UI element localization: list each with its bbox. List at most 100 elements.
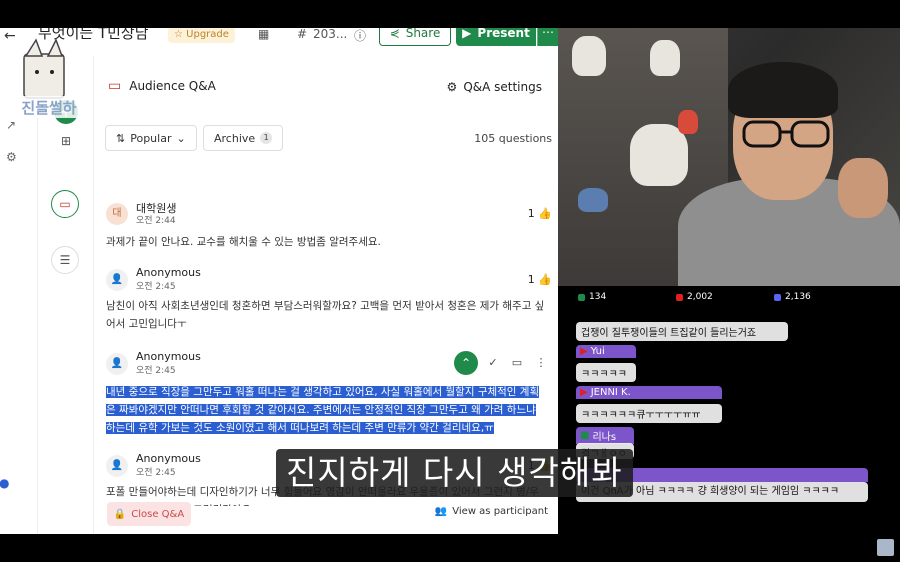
timestamp: 오전 2:45 <box>136 366 176 376</box>
reply-icon[interactable]: ▭ <box>508 351 526 375</box>
chat-message: ㅋㅋㅋㅋㅋ <box>576 363 636 382</box>
viewer-count: 134 <box>589 292 607 302</box>
upgrade-button[interactable]: ☆ Upgrade <box>168 28 235 43</box>
youtube-icon: ▶ <box>580 346 588 357</box>
figurine <box>572 36 606 76</box>
tab-label: Archive <box>214 131 256 145</box>
avatar: 대 <box>106 203 128 225</box>
viewer-count: 2,136 <box>785 292 811 302</box>
qa-settings-button[interactable]: ⚙ Q&A settings <box>447 80 542 94</box>
webcam-feed <box>558 28 900 286</box>
more-icon[interactable]: ⋯ <box>537 28 558 46</box>
timestamp: 오전 2:45 <box>136 282 176 292</box>
platform-stat: 2,002 <box>676 292 713 302</box>
qa-header: ▭ Audience Q&A <box>108 78 216 94</box>
question-text: 남친이 아직 사회초년생인데 청혼하면 부담스러워할까요? 고백을 먼저 받아서… <box>106 300 545 330</box>
youtube-icon <box>676 293 683 301</box>
chat-nickname: ■ 리나s <box>576 427 634 444</box>
tab-label: Popular <box>130 131 172 145</box>
total-icon <box>774 293 781 301</box>
like-count[interactable]: 1 👍 <box>528 207 552 220</box>
timestamp: 오전 2:45 <box>136 468 176 478</box>
gear-icon[interactable]: ⚙ <box>6 150 17 164</box>
thumbs-up-icon: 👍 <box>538 273 552 286</box>
close-qa-button[interactable]: 🔒 Close Q&A <box>107 502 191 526</box>
gear-icon: ⚙ <box>446 80 458 94</box>
chevron-down-icon: ⌄ <box>176 131 186 145</box>
youtube-icon: ▶ <box>580 387 588 398</box>
chat-bubble-icon: ▭ <box>108 78 122 94</box>
tab-popular[interactable]: ⇅ Popular ⌄ <box>105 125 197 151</box>
checklist-icon[interactable]: ☰ <box>51 246 79 274</box>
view-participant-label: View as participant <box>452 506 548 517</box>
event-code: 203... <box>313 28 348 41</box>
question-actions: ⌃ ✓ ▭ ⋮ <box>454 351 550 375</box>
figurine <box>650 40 680 76</box>
chat-message: ㅋㅋㅋㅋㅋㅋ큐ㅜㅜㅜㅜㅠㅠ <box>576 404 722 423</box>
streamer-hair <box>728 62 838 118</box>
sort-icon: ⇅ <box>116 131 126 145</box>
present-button[interactable]: ▶ Present <box>456 28 536 46</box>
author-name: Anonymous <box>136 266 201 279</box>
viewer-stats: 134 2,002 2,136 <box>574 292 874 308</box>
viewer-count: 2,002 <box>687 292 713 302</box>
qa-chat-icon[interactable]: ▭ <box>51 190 79 218</box>
lock-icon: 🔒 <box>113 508 127 520</box>
upgrade-label: Upgrade <box>186 29 229 40</box>
nickname-text: JENNI K. <box>590 387 631 398</box>
streamer-hand <box>838 158 888 218</box>
share-button[interactable]: ⋞ Share <box>379 28 451 46</box>
channel-logo: 진돌썰하 <box>12 38 86 118</box>
bottom-letterbox <box>0 534 900 562</box>
red-figurine <box>678 110 698 134</box>
anonymous-avatar-icon: 👤 <box>106 353 128 375</box>
present-icon: ▶ <box>462 28 472 40</box>
author-name: Anonymous <box>136 350 201 363</box>
left-rail: ↗ ⚙ ● ? <box>0 56 38 534</box>
question-text-selected: 내년 중으로 직장을 그만두고 워홀 떠나는 걸 생각하고 있어요, 사실 워홀… <box>106 383 546 437</box>
qa-title: Audience Q&A <box>129 79 216 93</box>
platform-stat: 2,136 <box>774 292 811 302</box>
qa-settings-label: Q&A settings <box>463 80 542 94</box>
glasses <box>742 120 830 148</box>
archive-count-badge: 1 <box>260 132 273 144</box>
more-vertical-icon[interactable]: ⋮ <box>532 351 550 375</box>
poster <box>578 188 608 212</box>
plush-toy <box>630 124 688 186</box>
check-icon[interactable]: ✓ <box>484 351 502 375</box>
share-icon: ⋞ <box>389 28 400 40</box>
author-name: Anonymous <box>136 452 201 465</box>
selected-text: 내년 중으로 직장을 그만두고 워홀 떠나는 걸 생각하고 있어요, 사실 워홀… <box>106 386 540 434</box>
participant-icon: 👥 <box>434 506 448 517</box>
chzzk-icon <box>578 293 585 301</box>
like-value: 1 <box>527 207 535 220</box>
close-qa-label: Close Q&A <box>131 508 185 520</box>
video-subtitle: 진지하게 다시 생각해봐 <box>276 449 633 497</box>
share-label: Share <box>405 28 441 40</box>
chat-nickname: ▶ JENNI K. <box>576 386 722 399</box>
like-count[interactable]: 1 👍 <box>528 273 552 286</box>
like-value: 1 <box>527 273 535 286</box>
nickname-text: Yui <box>590 346 605 357</box>
nickname-text: 리나s <box>592 432 617 443</box>
qa-footer: 🔒 Close Q&A 👥 View as participant <box>94 502 558 534</box>
top-letterbox <box>0 0 900 28</box>
present-label: Present <box>477 28 530 40</box>
highlight-icon[interactable]: ⌃ <box>454 351 478 375</box>
analytics-icon[interactable]: ↗ <box>6 118 16 132</box>
calendar-icon[interactable]: ▦ <box>258 28 269 41</box>
view-as-participant-button[interactable]: 👥 View as participant <box>435 506 548 517</box>
location-icon: ● <box>0 476 10 490</box>
chat-nickname: ▶ Yui <box>576 345 636 358</box>
timestamp: 오전 2:44 <box>136 216 176 226</box>
chat-message: 겁쟁이 질투쟁이들의 트집같이 들리는거죠 <box>576 322 788 341</box>
channel-badge-icon <box>877 539 894 556</box>
tab-archive[interactable]: Archive 1 <box>203 125 284 151</box>
anonymous-avatar-icon: 👤 <box>106 269 128 291</box>
logo-text: 진돌썰하 <box>21 99 76 117</box>
question-count: 105 questions <box>474 132 552 145</box>
info-icon[interactable]: ⓘ <box>354 28 366 44</box>
question-text: 과제가 끝이 안나요. 교수를 해치울 수 있는 방법좀 알려주세요. <box>106 236 381 248</box>
anonymous-avatar-icon: 👤 <box>106 455 128 477</box>
grid-icon[interactable]: ⊞ <box>52 128 80 156</box>
